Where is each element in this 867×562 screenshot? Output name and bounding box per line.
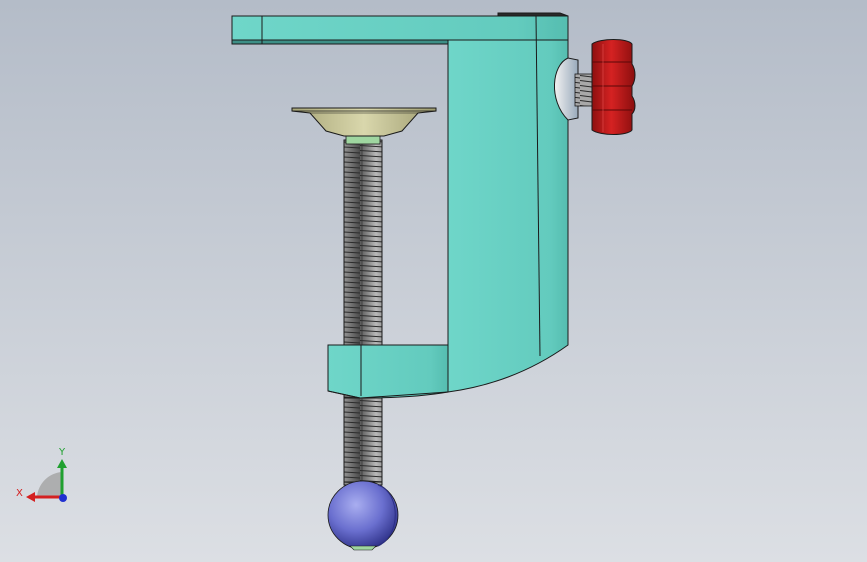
wing-knob[interactable] [591,39,636,135]
cad-graphics-viewport[interactable]: Y X [0,0,867,562]
clamp-3d-model[interactable]: Y X [0,0,867,562]
y-axis-label: Y [58,447,66,458]
viewport-background [0,0,867,562]
z-axis-dot [59,494,67,502]
lead-screw-lower [343,397,383,483]
x-axis-label: X [16,488,23,499]
ball-handle[interactable] [327,480,399,551]
